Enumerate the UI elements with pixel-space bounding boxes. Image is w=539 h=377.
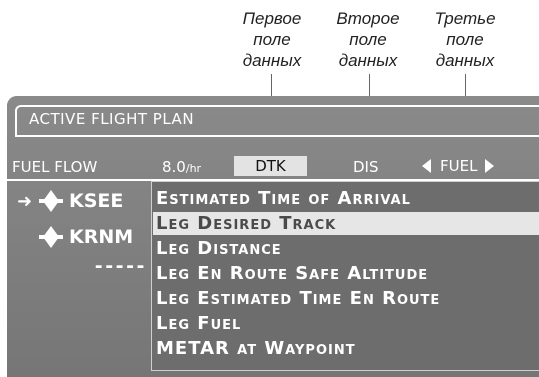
window-frame: ACTIVE FLIGHT PLAN xyxy=(15,105,539,137)
airport-icon xyxy=(39,225,63,249)
callout-field-1: Первое поле данных xyxy=(242,9,302,70)
fuel-flow-value-group: 8.0/hr xyxy=(162,158,201,176)
data-field-3-selector[interactable]: FUEL xyxy=(422,156,495,176)
active-leg-arrow-icon: ➜ xyxy=(17,190,33,212)
fuel-flow-unit: /hr xyxy=(185,162,202,175)
menu-item-leg-en-route-safe-altitude[interactable]: Leg En Route Safe Altitude xyxy=(156,262,428,285)
menu-item-leg-fuel[interactable]: Leg Fuel xyxy=(156,312,241,335)
waypoint-ident: KRNM xyxy=(69,226,134,248)
waypoint-row[interactable]: KRNM xyxy=(7,222,133,252)
arrow-right-icon[interactable] xyxy=(485,159,495,173)
waypoint-row[interactable]: ➜ KSEE xyxy=(7,186,123,216)
gps-screen: ACTIVE FLIGHT PLAN FUEL FLOW 8.0/hr DTK … xyxy=(7,96,539,377)
callout-field-2: Второе поле данных xyxy=(336,9,400,70)
menu-item-metar-at-waypoint[interactable]: METAR at Waypoint xyxy=(156,337,356,360)
waypoint-ident: KSEE xyxy=(69,190,124,212)
data-field-options-menu: Estimated Time of Arrival Leg Desired Tr… xyxy=(151,181,539,371)
data-field-1-dtk[interactable]: DTK xyxy=(234,156,307,176)
figure: Первое поле данных Второе поле данных Тр… xyxy=(0,0,539,377)
airport-icon xyxy=(39,189,63,213)
window-title: ACTIVE FLIGHT PLAN xyxy=(29,110,195,128)
data-field-2-dis[interactable]: DIS xyxy=(353,158,379,176)
menu-item-leg-desired-track[interactable]: Leg Desired Track xyxy=(153,212,539,235)
menu-item-leg-estimated-time-en-route[interactable]: Leg Estimated Time En Route xyxy=(156,287,440,310)
empty-waypoint-row[interactable]: ----- xyxy=(93,255,146,277)
callout-field-3: Третье поле данных xyxy=(434,9,496,70)
data-field-3-fuel[interactable]: FUEL xyxy=(440,157,477,175)
menu-item-leg-distance[interactable]: Leg Distance xyxy=(156,237,282,260)
arrow-left-icon[interactable] xyxy=(422,159,431,173)
fuel-flow-value: 8.0 xyxy=(162,158,186,176)
fuel-flow-label: FUEL FLOW xyxy=(12,158,98,176)
menu-item-estimated-time-of-arrival[interactable]: Estimated Time of Arrival xyxy=(156,187,411,210)
